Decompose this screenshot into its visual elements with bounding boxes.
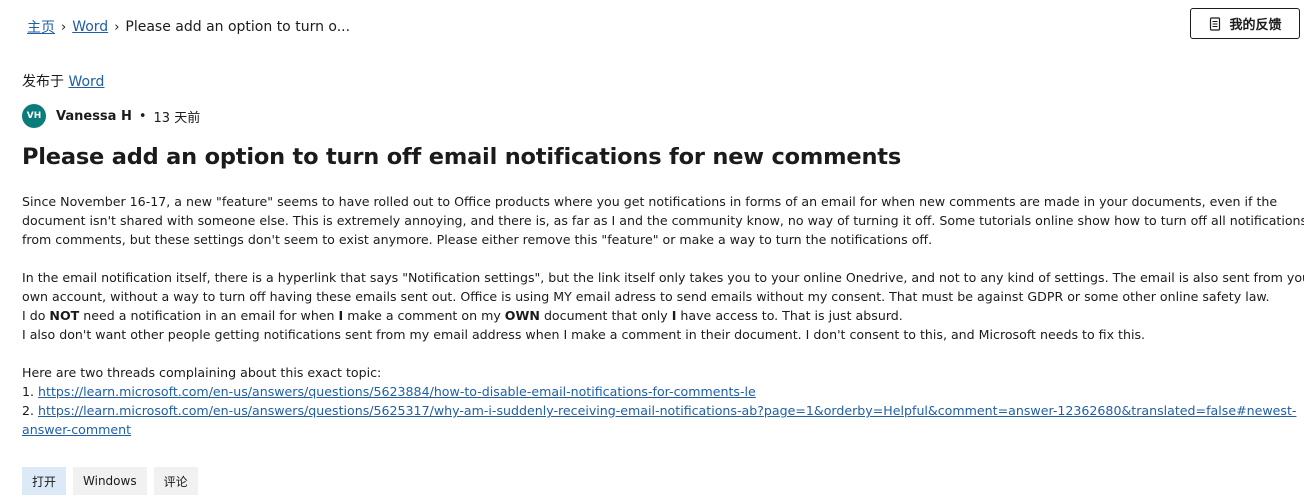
- status-badge-open[interactable]: 打开: [22, 467, 67, 495]
- breadcrumb-home-link[interactable]: 主页: [27, 17, 55, 37]
- breadcrumb-separator: ›: [114, 19, 120, 35]
- post-title: Please add an option to turn off email n…: [22, 144, 902, 170]
- posted-in: 发布于 Word: [22, 71, 104, 91]
- author-row: VH Vanessa H • 13 天前: [22, 104, 200, 128]
- body-line: from comments, but these settings don't …: [22, 232, 933, 247]
- post-body: Since November 16-17, a new "feature" se…: [22, 192, 1304, 439]
- tag-comments[interactable]: 评论: [153, 467, 198, 495]
- body-line: In the email notification itself, there …: [22, 270, 1304, 285]
- posted-in-label: 发布于: [22, 74, 64, 90]
- post-age: 13 天前: [153, 110, 201, 126]
- document-icon: [1208, 16, 1222, 31]
- body-line: document isn't shared with someone else.…: [22, 213, 1304, 228]
- thread-link-2-row: 2. https://learn.microsoft.com/en-us/ans…: [22, 403, 1297, 418]
- breadcrumb-word-link[interactable]: Word: [72, 19, 108, 35]
- breadcrumb-separator: ›: [61, 19, 67, 35]
- separator-dot: •: [138, 108, 147, 124]
- threads-intro: Here are two threads complaining about t…: [22, 365, 382, 380]
- avatar[interactable]: VH: [22, 104, 46, 128]
- breadcrumb: 主页 › Word › Please add an option to turn…: [27, 17, 350, 37]
- breadcrumb-current: Please add an option to turn o...: [125, 19, 351, 35]
- thread-link-2-cont[interactable]: answer-comment: [22, 422, 131, 437]
- author-name[interactable]: Vanessa H: [56, 109, 132, 124]
- body-line: own account, without a way to turn off h…: [22, 289, 1270, 304]
- thread-link-2-continuation: answer-comment: [22, 420, 1284, 439]
- body-line: Since November 16-17, a new "feature" se…: [22, 194, 1278, 209]
- tag-windows[interactable]: Windows: [73, 467, 147, 495]
- my-feedback-label: 我的反馈: [1229, 18, 1282, 33]
- body-line: I do NOT need a notification in an email…: [22, 308, 903, 323]
- thread-link-1[interactable]: https://learn.microsoft.com/en-us/answer…: [38, 384, 756, 399]
- tag-list: 打开 Windows 评论: [22, 467, 198, 495]
- thread-link-1-row: 1. https://learn.microsoft.com/en-us/ans…: [22, 384, 756, 399]
- posted-in-word-link[interactable]: Word: [68, 74, 104, 90]
- my-feedback-button[interactable]: 我的反馈: [1190, 8, 1300, 39]
- thread-link-2[interactable]: https://learn.microsoft.com/en-us/answer…: [38, 403, 1296, 418]
- body-line: I also don't want other people getting n…: [22, 327, 1146, 342]
